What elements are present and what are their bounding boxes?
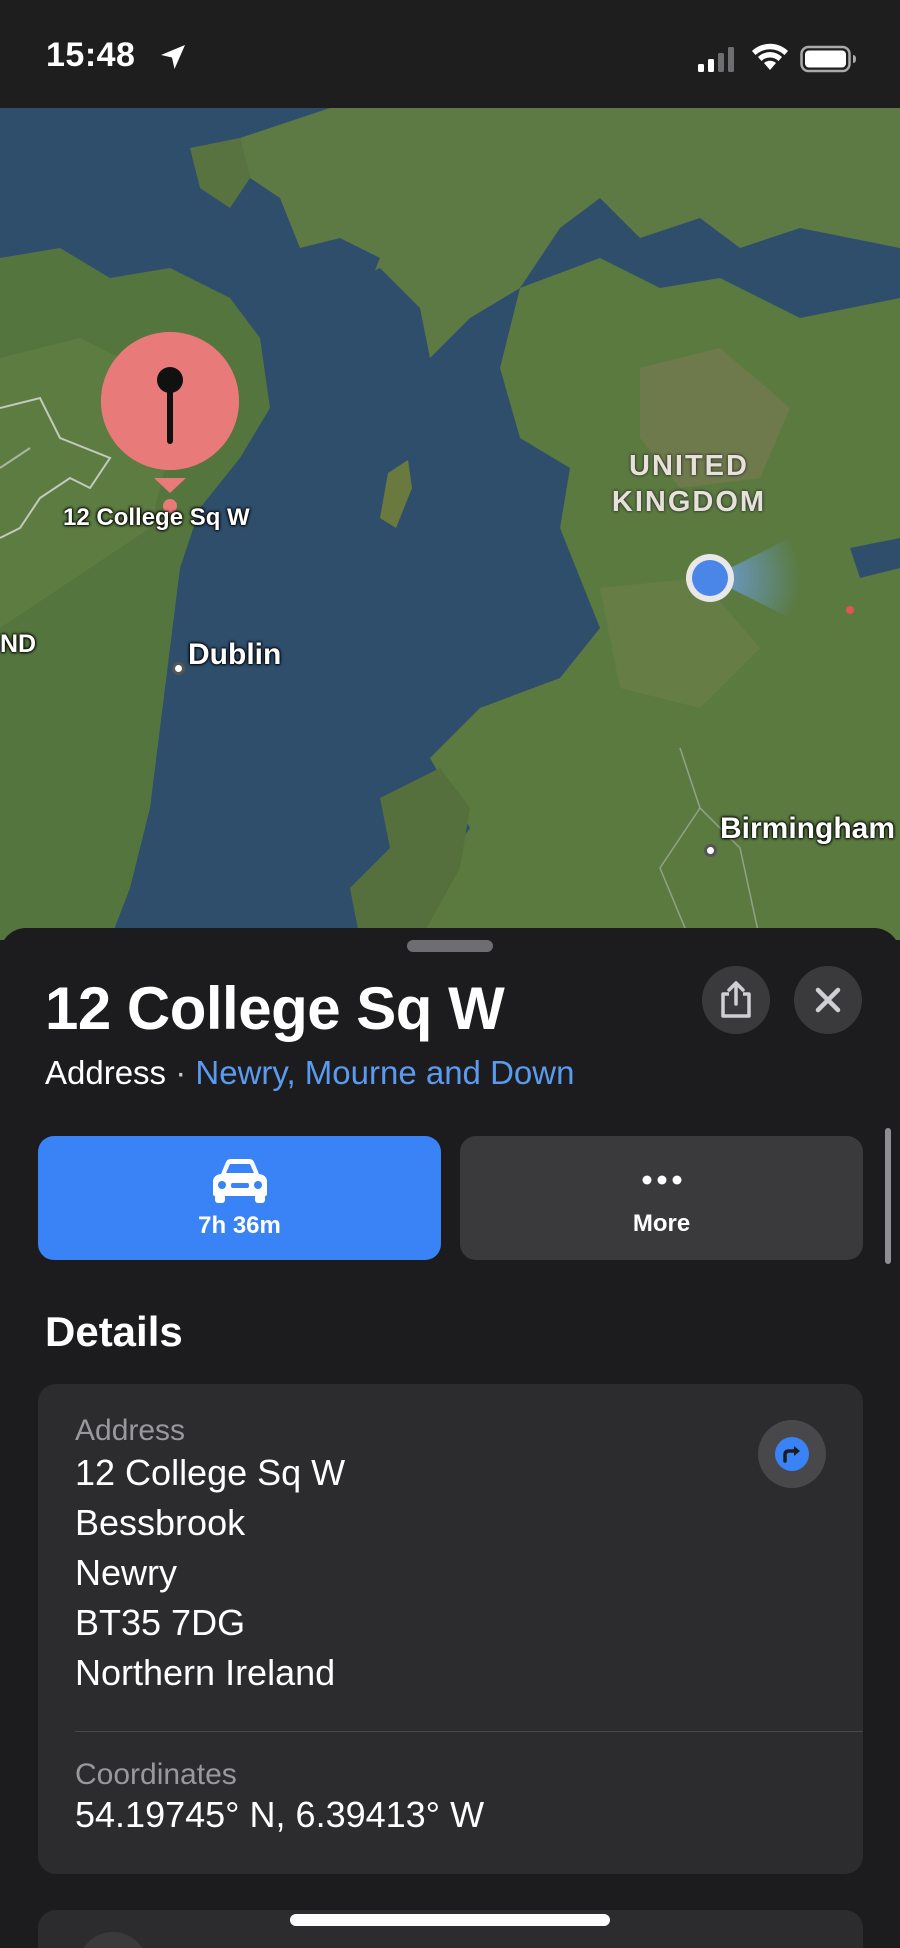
region-link[interactable]: Newry, Mourne and Down — [195, 1054, 574, 1091]
city-dot-birmingham — [704, 844, 717, 857]
status-time: 15:48 — [46, 36, 136, 74]
home-indicator[interactable] — [290, 1914, 610, 1926]
drive-time-label: 7h 36m — [198, 1212, 281, 1239]
sheet-grabber[interactable] — [407, 940, 493, 952]
country-label-uk: UNITED KINGDOM — [611, 450, 767, 518]
country-label-partial: ND — [0, 630, 37, 658]
address-line[interactable]: 12 College Sq W — [75, 1452, 345, 1494]
city-label-birmingham: Birmingham — [720, 812, 896, 845]
cellular-signal-icon — [698, 47, 734, 72]
location-arrow-icon — [161, 45, 185, 69]
card-divider — [75, 1731, 863, 1732]
directions-icon — [775, 1437, 809, 1471]
city-dot-dublin — [172, 662, 185, 675]
share-button[interactable] — [702, 966, 770, 1034]
pin-label: 12 College Sq W — [63, 504, 250, 531]
status-bar: 15:48 — [0, 0, 900, 108]
share-icon — [721, 981, 751, 1018]
address-line[interactable]: Bessbrook — [75, 1502, 245, 1544]
place-title: 12 College Sq W — [45, 975, 505, 1042]
car-icon — [212, 1159, 267, 1203]
address-line[interactable]: Newry — [75, 1552, 177, 1594]
address-line[interactable]: Northern Ireland — [75, 1652, 335, 1694]
scroll-indicator[interactable] — [885, 1128, 891, 1264]
battery-icon — [800, 45, 856, 73]
more-label: More — [632, 1210, 691, 1237]
coordinates-value[interactable]: 54.19745° N, 6.39413° W — [75, 1794, 484, 1836]
map-view[interactable]: 12 College Sq W UNITED KINGDOM ND Dublin… — [0, 108, 900, 940]
more-button[interactable]: More — [460, 1136, 863, 1260]
coordinates-label: Coordinates — [75, 1758, 237, 1791]
location-pin-icon[interactable] — [96, 328, 244, 518]
details-heading: Details — [45, 1308, 183, 1355]
address-label: Address — [75, 1414, 186, 1447]
subtitle-separator: · — [166, 1054, 196, 1091]
close-icon — [815, 987, 841, 1013]
drive-directions-button[interactable]: 7h 36m — [38, 1136, 441, 1260]
wifi-icon — [752, 43, 788, 70]
ellipsis-icon — [642, 1175, 681, 1185]
close-button[interactable] — [794, 966, 862, 1034]
details-card: Address 12 College Sq W Bessbrook Newry … — [38, 1384, 863, 1874]
place-sheet: 12 College Sq W Address · Newry, Mourne … — [0, 928, 900, 1948]
user-location-dot — [692, 560, 728, 596]
next-card-icon — [78, 1932, 148, 1948]
place-subtitle: Address · Newry, Mourne and Down — [45, 1054, 574, 1092]
address-directions-button[interactable] — [758, 1420, 826, 1488]
address-line[interactable]: BT35 7DG — [75, 1602, 245, 1644]
city-label-dublin: Dublin — [188, 638, 282, 671]
place-type: Address — [45, 1054, 167, 1091]
